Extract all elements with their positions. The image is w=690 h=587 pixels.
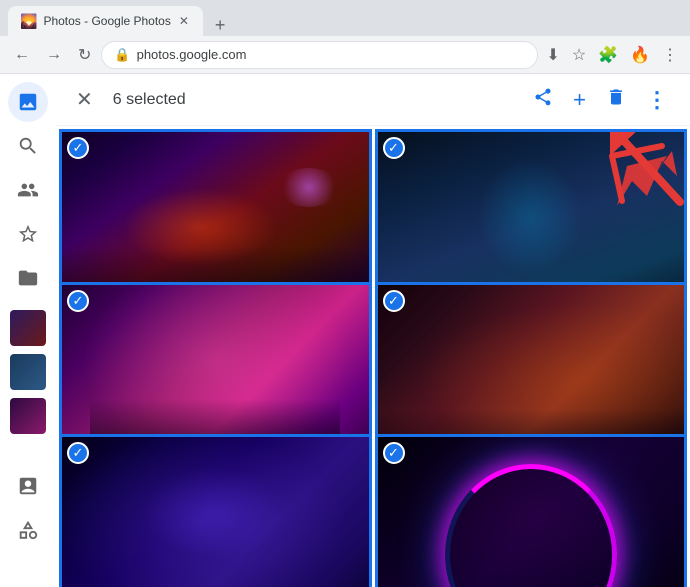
delete-button[interactable]: [600, 81, 632, 118]
sidebar-item-photos[interactable]: [8, 82, 48, 122]
sidebar-thumb-3[interactable]: [10, 398, 46, 434]
check-badge-1: ✓: [67, 137, 89, 159]
sidebar: [0, 74, 56, 587]
profile-button[interactable]: 🔥: [626, 41, 654, 69]
sidebar-thumb-2[interactable]: [10, 354, 46, 390]
check-badge-6: ✓: [383, 442, 405, 464]
photo-item-6[interactable]: ✓: [375, 434, 688, 587]
sidebar-item-favorites[interactable]: [8, 214, 48, 254]
extensions-button[interactable]: 🧩: [594, 41, 622, 69]
url-text: photos.google.com: [137, 47, 526, 62]
reload-button[interactable]: ↻: [72, 41, 97, 69]
photo-grid: ✓ ✓ ✓: [56, 126, 690, 587]
check-badge-2: ✓: [383, 137, 405, 159]
bookmark-button[interactable]: ☆: [568, 41, 590, 69]
sidebar-item-search[interactable]: [8, 126, 48, 166]
check-badge-4: ✓: [383, 290, 405, 312]
forward-button[interactable]: →: [40, 42, 68, 68]
sidebar-item-people[interactable]: [8, 170, 48, 210]
browser-menu-button[interactable]: ⋮: [658, 41, 682, 69]
photo-item-5[interactable]: ✓: [59, 434, 372, 587]
main-content: ✕ 6 selected + ⋮: [56, 74, 690, 587]
back-button[interactable]: ←: [8, 42, 36, 68]
selection-count: 6 selected: [113, 91, 527, 109]
toolbar-actions: + ⋮: [527, 81, 674, 119]
sidebar-item-tasks[interactable]: [8, 466, 48, 506]
share-button[interactable]: [527, 81, 559, 118]
tab-title: Photos - Google Photos: [43, 14, 170, 28]
sidebar-thumb-1[interactable]: [10, 310, 46, 346]
new-tab-button[interactable]: +: [207, 15, 234, 36]
sidebar-item-settings[interactable]: [8, 510, 48, 550]
browser-tab[interactable]: 🌄 Photos - Google Photos ✕: [8, 6, 203, 36]
selection-toolbar: ✕ 6 selected + ⋮: [56, 74, 690, 126]
close-selection-button[interactable]: ✕: [72, 83, 97, 116]
sidebar-item-albums[interactable]: [8, 258, 48, 298]
tab-close-button[interactable]: ✕: [177, 12, 191, 30]
more-options-button[interactable]: ⋮: [640, 81, 674, 119]
add-button[interactable]: +: [567, 81, 592, 119]
lock-icon: 🔒: [114, 47, 130, 63]
tab-favicon: 🌄: [20, 13, 37, 30]
check-badge-3: ✓: [67, 290, 89, 312]
download-button[interactable]: ⬇: [542, 41, 563, 69]
photo-overlay-6: [375, 434, 688, 587]
app-container: ✕ 6 selected + ⋮: [0, 74, 690, 587]
photo-overlay-5: [59, 434, 372, 587]
address-bar[interactable]: 🔒 photos.google.com: [101, 41, 538, 69]
